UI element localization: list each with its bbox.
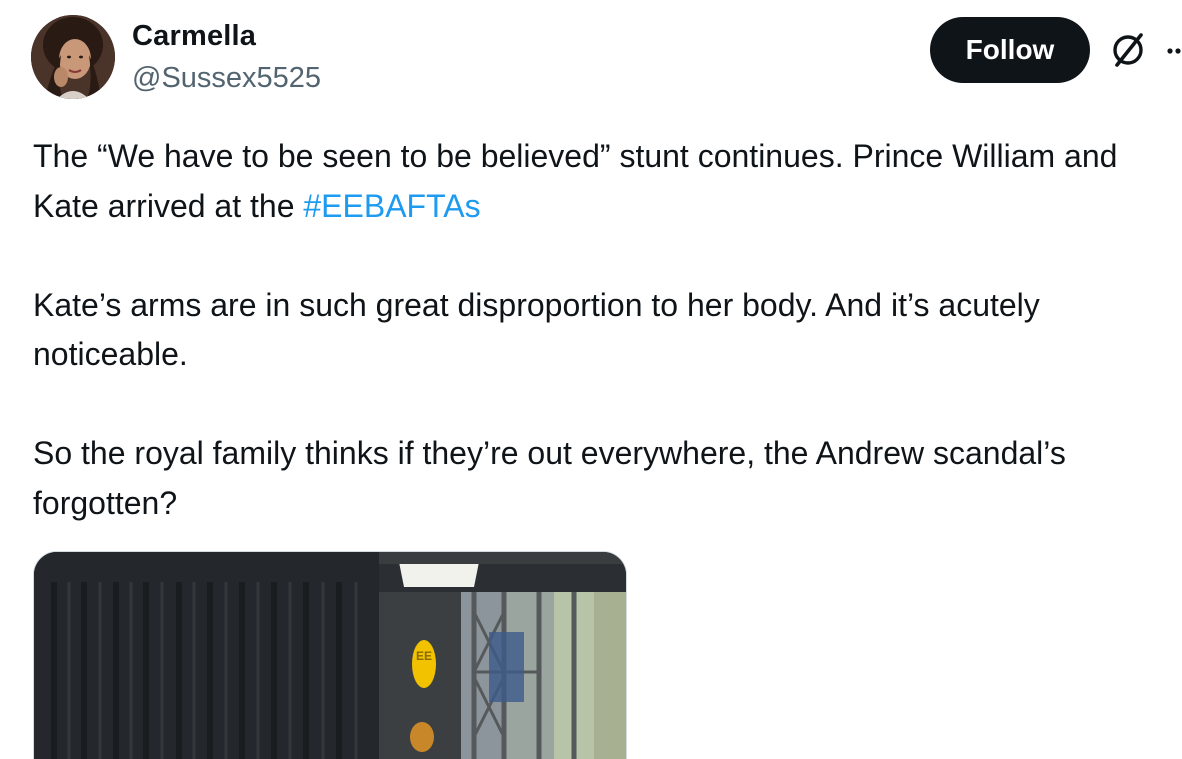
photo-image: EE — [34, 552, 626, 759]
post-paragraph-3: So the royal family thinks if they’re ou… — [33, 435, 1066, 521]
avatar[interactable] — [31, 15, 115, 99]
follow-button[interactable]: Follow — [930, 17, 1090, 83]
post-text-segment: The “We have to be seen to be believed” … — [33, 138, 1118, 224]
post-paragraph-1: The “We have to be seen to be believed” … — [33, 132, 1173, 231]
hashtag-link[interactable]: #EEBAFTAs — [303, 188, 480, 224]
more-icon[interactable] — [1164, 42, 1182, 60]
post-text: The “We have to be seen to be believed” … — [33, 132, 1173, 578]
author-handle[interactable]: @Sussex5525 — [132, 62, 321, 95]
author-name[interactable]: Carmella — [132, 20, 256, 53]
media-sign-text: EE — [416, 649, 432, 663]
post-paragraph-2: Kate’s arms are in such great disproport… — [33, 286, 1040, 373]
post: Carmella @Sussex5525 Follow The “We have… — [0, 0, 1182, 759]
avatar-image — [31, 15, 115, 99]
post-media-photo[interactable]: EE — [33, 551, 627, 759]
grok-icon[interactable] — [1108, 30, 1148, 70]
